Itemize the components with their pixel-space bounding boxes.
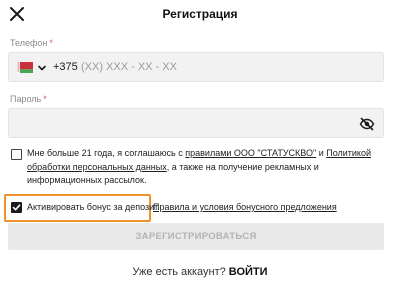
phone-input[interactable] <box>81 57 371 77</box>
phone-prefix: +375 <box>53 61 78 73</box>
login-link[interactable]: ВОЙТИ <box>229 266 268 278</box>
login-question: Уже есть аккаунт? <box>132 266 226 278</box>
bonus-label: Активировать бонус за депозит. <box>27 202 160 212</box>
chevron-down-icon[interactable] <box>37 63 47 73</box>
header: Регистрация <box>0 0 400 28</box>
consent-text: Мне больше 21 года, я соглашаюсь с прави… <box>27 148 371 185</box>
rules-link[interactable]: правилами ООО "СТАТУСКВО" <box>185 148 316 158</box>
check-icon <box>12 204 21 211</box>
bonus-terms-link[interactable]: Правила и условия бонусного предложения <box>153 202 337 212</box>
required-mark: * <box>43 94 47 104</box>
belarus-flag-icon[interactable] <box>17 62 33 73</box>
footer: Уже есть аккаунт? ВОЙТИ <box>0 266 400 278</box>
required-mark: * <box>49 38 53 48</box>
eye-slash-icon[interactable] <box>359 116 375 132</box>
consent-checkbox[interactable] <box>11 149 22 160</box>
password-field[interactable] <box>8 108 384 138</box>
password-input[interactable] <box>17 113 357 133</box>
bonus-checkbox[interactable] <box>11 202 22 213</box>
phone-label: Телефон * <box>10 38 53 48</box>
register-button[interactable]: ЗАРЕГИСТРИРОВАТЬСЯ <box>8 223 384 250</box>
phone-field[interactable]: +375 <box>8 52 384 82</box>
password-label: Пароль * <box>10 94 47 104</box>
page-title: Регистрация <box>162 7 238 21</box>
